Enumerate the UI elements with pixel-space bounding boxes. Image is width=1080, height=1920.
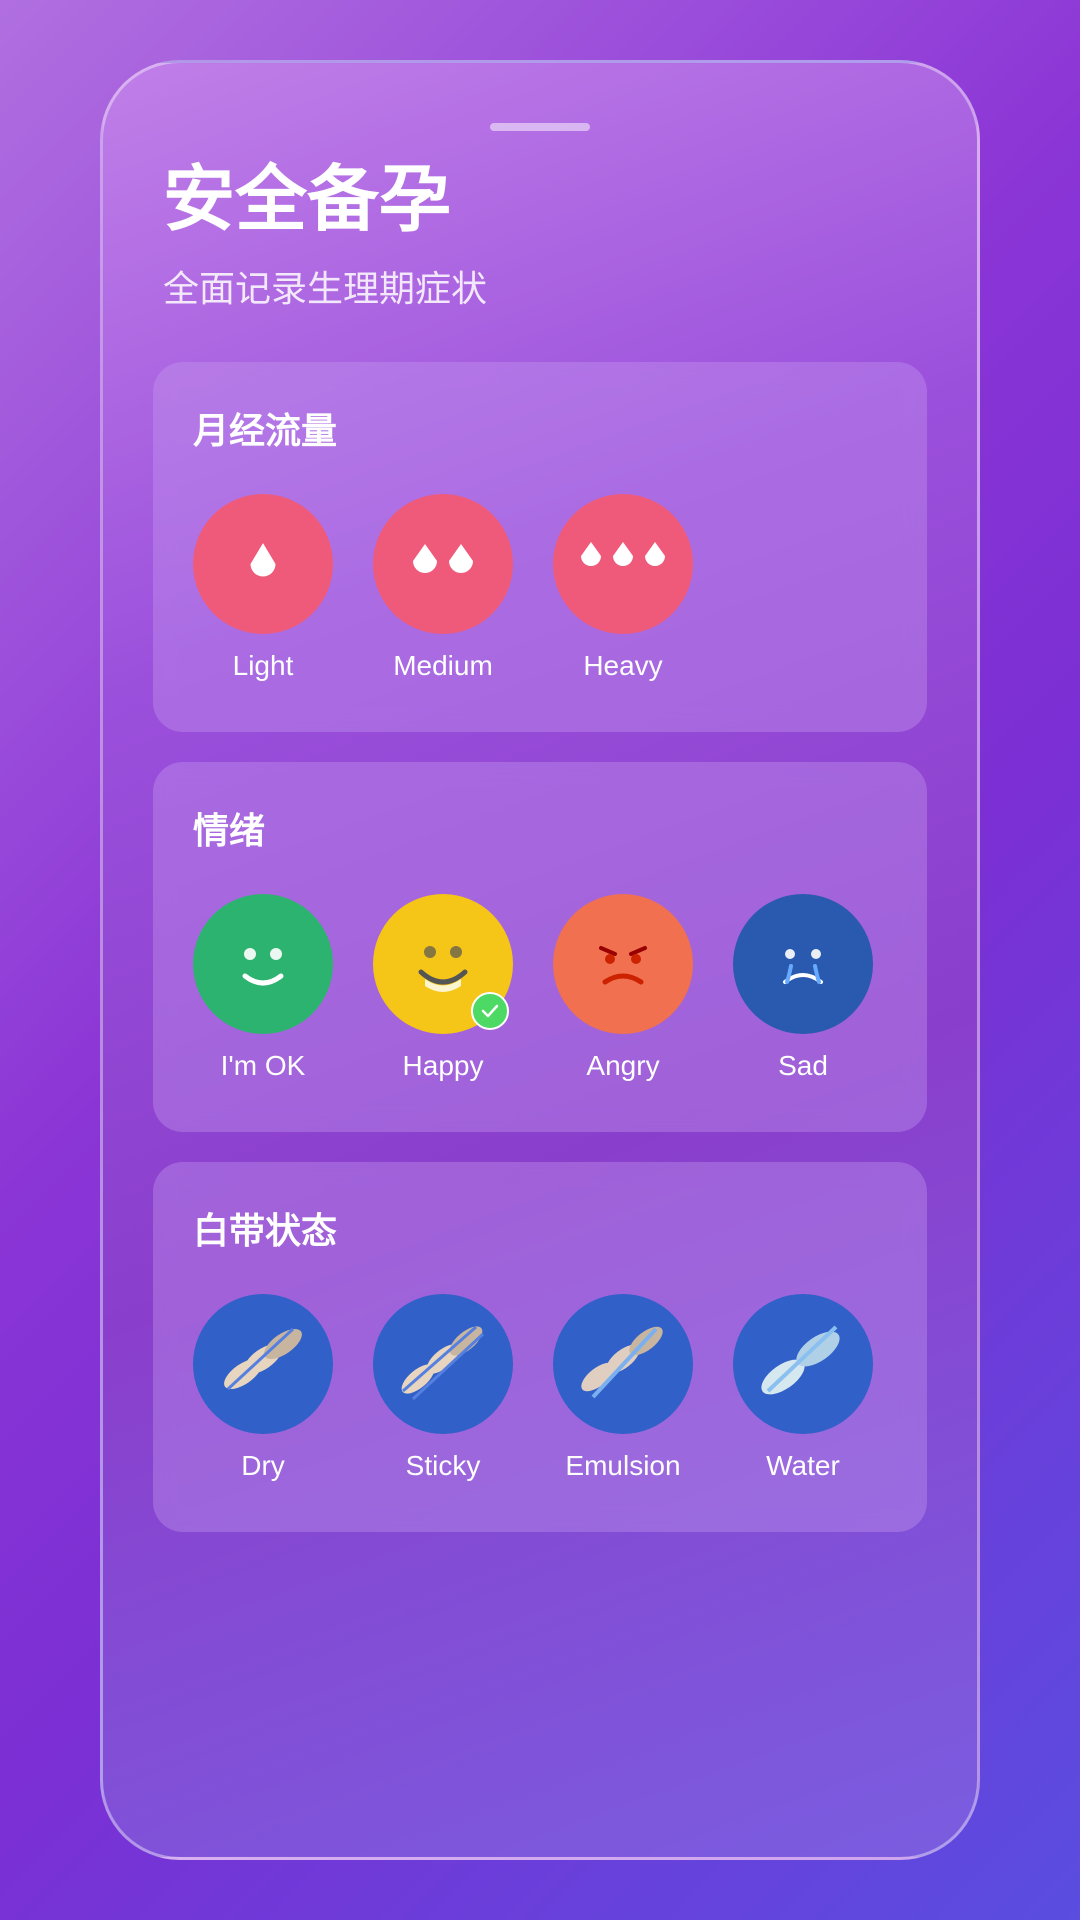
- mood-label-ok: I'm OK: [221, 1050, 306, 1082]
- discharge-label-dry: Dry: [241, 1450, 285, 1482]
- phone-frame: 安全备孕 全面记录生理期症状 月经流量 Light: [100, 60, 980, 1860]
- mood-item-happy[interactable]: Happy: [373, 894, 513, 1082]
- flow-circle-medium: [373, 494, 513, 634]
- mood-label-happy: Happy: [403, 1050, 484, 1082]
- mood-title: 情绪: [193, 802, 887, 854]
- discharge-circle-dry: [193, 1294, 333, 1434]
- app-subtitle: 全面记录生理期症状: [163, 260, 927, 312]
- emotion-circle-happy: [373, 894, 513, 1034]
- flow-circle-heavy: [553, 494, 693, 634]
- discharge-label-emulsion: Emulsion: [565, 1450, 680, 1482]
- flow-item-light[interactable]: Light: [193, 494, 333, 682]
- discharge-item-sticky[interactable]: Sticky: [373, 1294, 513, 1482]
- flow-items-row: Light Medium: [193, 494, 887, 682]
- discharge-circle-emulsion: [553, 1294, 693, 1434]
- mood-card: 情绪 I'm OK: [153, 762, 927, 1132]
- emotion-circle-angry: [553, 894, 693, 1034]
- discharge-circle-sticky: [373, 1294, 513, 1434]
- flow-label-light: Light: [233, 650, 294, 682]
- discharge-label-sticky: Sticky: [406, 1450, 481, 1482]
- mood-item-angry[interactable]: Angry: [553, 894, 693, 1082]
- status-pill: [490, 123, 590, 131]
- discharge-title: 白带状态: [193, 1202, 887, 1254]
- status-bar: [153, 123, 927, 131]
- happy-check-badge: [471, 992, 509, 1030]
- mood-label-sad: Sad: [778, 1050, 828, 1082]
- discharge-circle-water: [733, 1294, 873, 1434]
- app-title: 安全备孕: [163, 161, 927, 240]
- mood-items-row: I'm OK Happy: [193, 894, 887, 1082]
- mood-item-sad[interactable]: Sad: [733, 894, 873, 1082]
- discharge-item-water[interactable]: Water: [733, 1294, 873, 1482]
- header: 安全备孕 全面记录生理期症状: [153, 161, 927, 312]
- emotion-circle-sad: [733, 894, 873, 1034]
- flow-card: 月经流量 Light Medium: [153, 362, 927, 732]
- discharge-card: 白带状态 Dry: [153, 1162, 927, 1532]
- discharge-item-dry[interactable]: Dry: [193, 1294, 333, 1482]
- discharge-label-water: Water: [766, 1450, 840, 1482]
- mood-label-angry: Angry: [586, 1050, 659, 1082]
- discharge-items-row: Dry Sticky: [193, 1294, 887, 1482]
- flow-label-medium: Medium: [393, 650, 493, 682]
- flow-item-heavy[interactable]: Heavy: [553, 494, 693, 682]
- emotion-circle-ok: [193, 894, 333, 1034]
- discharge-item-emulsion[interactable]: Emulsion: [553, 1294, 693, 1482]
- flow-title: 月经流量: [193, 402, 887, 454]
- flow-item-medium[interactable]: Medium: [373, 494, 513, 682]
- flow-label-heavy: Heavy: [583, 650, 662, 682]
- mood-item-ok[interactable]: I'm OK: [193, 894, 333, 1082]
- flow-circle-light: [193, 494, 333, 634]
